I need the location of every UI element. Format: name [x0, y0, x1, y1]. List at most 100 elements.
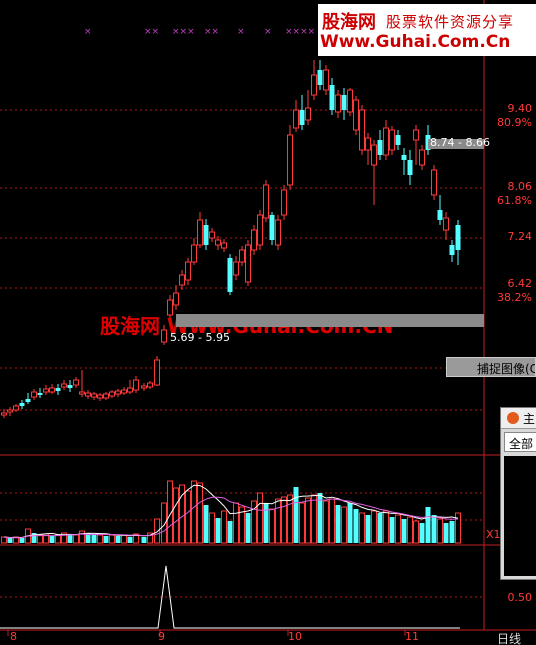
y-axis-price-label: 9.40: [508, 102, 533, 115]
signal-marker: ×: [264, 27, 272, 37]
candle-body: [293, 109, 299, 129]
volume-bar: [347, 503, 353, 543]
watermark-url: Www.Guhai.Com.Cn: [320, 32, 511, 52]
volume-bar: [109, 534, 115, 544]
y-axis-price-label: 7.24: [508, 230, 533, 243]
side-panel-body: [504, 456, 536, 576]
candle-body: [299, 110, 305, 125]
candle-body: [239, 249, 245, 263]
candle-body: [109, 391, 115, 397]
candle-body: [147, 382, 153, 388]
candle-body: [13, 405, 19, 411]
volume-bar: [377, 513, 383, 543]
period-label[interactable]: 日线: [497, 630, 521, 645]
candle-body: [67, 385, 73, 388]
candle-body: [365, 137, 371, 151]
candle-body: [419, 149, 425, 166]
candle-body: [227, 258, 233, 292]
candle-body: [257, 214, 263, 246]
candle-body: [221, 242, 227, 249]
y-axis-pct-label: 80.9%: [497, 116, 532, 129]
side-panel: 主 全部: [500, 407, 536, 580]
volume-axis-label: X1: [486, 528, 501, 541]
candle-body: [305, 107, 311, 121]
watermark-slogan: 股票软件资源分享: [386, 13, 515, 31]
volume-bar: [431, 515, 437, 543]
candle-body: [263, 184, 269, 219]
indicator-axis-label: 0.50: [508, 591, 533, 604]
volume-bar: [103, 536, 109, 543]
candle-body: [1, 412, 7, 416]
signal-marker: ×××: [172, 27, 195, 37]
candle-body: [179, 274, 185, 286]
candle-body: [389, 129, 395, 151]
candle-body: [61, 383, 67, 388]
signal-marker: ××: [204, 27, 220, 37]
candle-body: [31, 391, 37, 398]
candle-body: [121, 389, 127, 394]
candle-body: [455, 225, 461, 250]
volume-bar: [173, 487, 179, 544]
volume-bar: [389, 517, 395, 543]
candle-body: [371, 144, 377, 166]
candle-body: [103, 393, 109, 399]
candle-body: [215, 239, 221, 246]
candle-body: [127, 387, 133, 393]
tab-all[interactable]: 全部: [504, 432, 536, 452]
candle-body: [37, 393, 43, 395]
candle-body: [203, 225, 209, 245]
candle-body: [79, 391, 85, 395]
volume-bar: [275, 498, 281, 544]
y-axis-price-label: 6.42: [508, 277, 533, 290]
volume-bar: [341, 506, 347, 544]
signal-marker: ××××: [285, 27, 316, 37]
candle-body: [19, 403, 25, 406]
side-panel-title: 主: [523, 412, 536, 426]
signal-marker: ×: [84, 27, 92, 37]
candle-body: [43, 388, 49, 393]
volume-bar: [154, 518, 160, 544]
y-axis-pct-label: 38.2%: [497, 291, 532, 304]
candle-body: [251, 229, 257, 251]
candle-body: [353, 99, 359, 131]
volume-bar: [365, 515, 371, 543]
candle-body: [25, 399, 31, 402]
candle-body: [197, 219, 203, 246]
stock-chart-window: { "chart_data": [ { "type": "candlestick…: [0, 0, 536, 645]
candle-body: [395, 135, 401, 145]
candle-body: [97, 394, 103, 399]
volume-bar: [121, 534, 127, 544]
candle-body: [431, 169, 437, 196]
candle-body: [341, 95, 347, 110]
candle-body: [49, 387, 55, 393]
volume-bar: [55, 534, 61, 544]
volume-bar: [269, 508, 275, 544]
volume-bar: [371, 510, 377, 544]
candle-body: [269, 215, 275, 240]
volume-bar: [437, 518, 443, 544]
capture-image-button[interactable]: 捕捉图像(C: [446, 357, 536, 377]
volume-bar: [233, 502, 239, 544]
volume-bar: [127, 537, 133, 543]
volume-bar: [305, 497, 311, 544]
volume-bar: [97, 534, 103, 544]
x-tick-label: 10: [288, 630, 302, 643]
volume-bar: [287, 494, 293, 544]
candle-body: [437, 210, 443, 220]
candle-body: [185, 261, 191, 281]
volume-bar: [401, 519, 407, 543]
volume-bar: [91, 534, 97, 543]
candle-body: [323, 69, 329, 91]
orb-icon: [507, 412, 519, 424]
candle-body: [133, 379, 139, 391]
candle-body: [55, 388, 61, 391]
volume-bar: [419, 523, 425, 543]
candle-body: [73, 379, 79, 386]
x-tick-label: 9: [158, 630, 165, 643]
candle-body: [407, 160, 413, 175]
watermark-brand: 股海网: [322, 12, 376, 33]
volume-series: [1, 480, 461, 544]
candle-body: [443, 217, 449, 231]
candle-body: [233, 261, 239, 276]
y-axis-price-label: 8.06: [508, 180, 533, 193]
